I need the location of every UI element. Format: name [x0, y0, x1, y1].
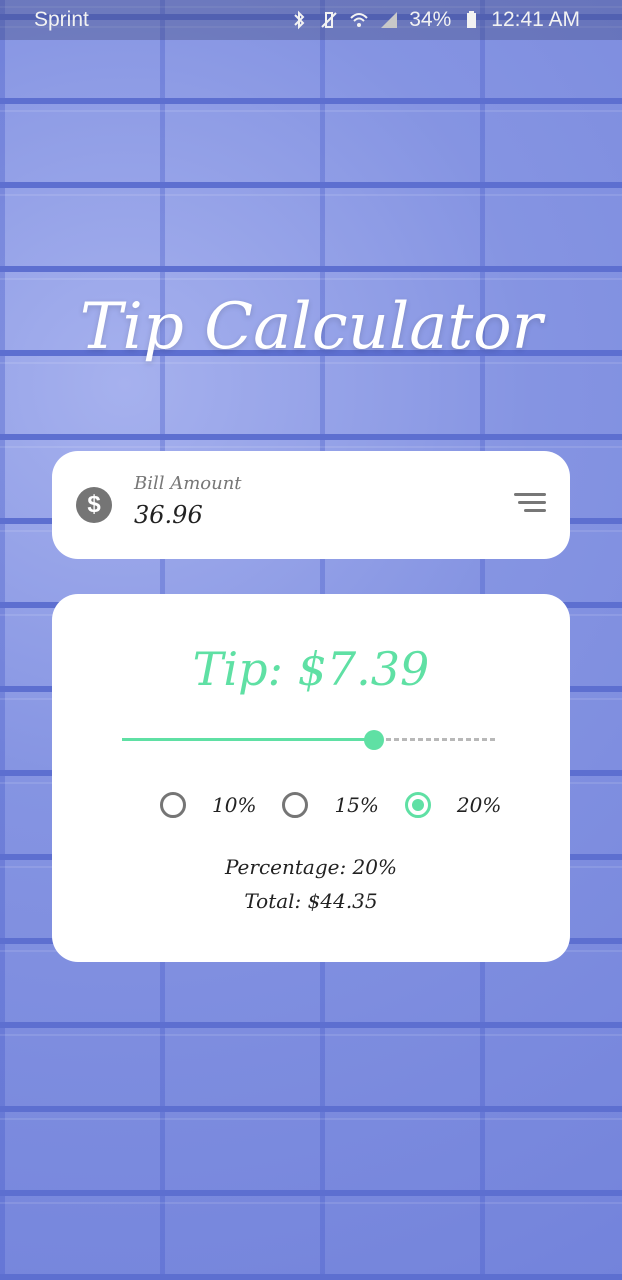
bill-amount-card[interactable]: $ Bill Amount 36.96: [52, 451, 570, 559]
tip-amount: Tip: $7.39: [192, 642, 430, 696]
app-title: Tip Calculator: [79, 290, 543, 364]
radio-label: 15%: [334, 793, 379, 817]
clock: 12:41 AM: [491, 8, 580, 31]
slider-fill: [122, 738, 374, 741]
radio-label: 10%: [212, 793, 257, 817]
radio-option-10[interactable]: 10%: [160, 792, 256, 818]
dollar-icon: $: [76, 487, 112, 523]
bill-amount-input[interactable]: 36.96: [134, 501, 203, 529]
battery-icon: [467, 11, 477, 28]
radio-circle[interactable]: [160, 792, 186, 818]
slider-thumb[interactable]: [363, 730, 384, 750]
status-bar: Sprint 34% 12:41 AM: [0, 0, 622, 40]
status-icons: 34% 12:41 AM: [289, 8, 580, 32]
battery-level: 34%: [409, 8, 452, 31]
radio-circle[interactable]: [404, 792, 431, 818]
signal-icon: [381, 12, 398, 28]
sort-icon[interactable]: [510, 493, 546, 517]
radio-circle[interactable]: [282, 792, 309, 818]
bill-amount-label: Bill Amount: [134, 473, 242, 494]
bluetooth-icon: [294, 10, 305, 30]
tip-card: Tip: $7.39 10% 15% 20% Percentage: 20% T…: [52, 594, 570, 962]
tip-summary: Percentage: 20% Total: $44.35: [52, 850, 570, 918]
vibrate-icon: [321, 12, 337, 28]
tip-percentage-options: 10% 15% 20%: [160, 792, 527, 818]
total-text: Total: $44.35: [244, 889, 378, 913]
percentage-text: Percentage: 20%: [224, 855, 398, 879]
radio-option-15[interactable]: 15%: [282, 792, 379, 818]
wifi-icon: [350, 13, 368, 27]
radio-option-20[interactable]: 20%: [404, 792, 502, 818]
carrier-name: Sprint: [34, 8, 89, 31]
radio-label: 20%: [456, 793, 502, 817]
tip-slider[interactable]: [122, 730, 498, 750]
